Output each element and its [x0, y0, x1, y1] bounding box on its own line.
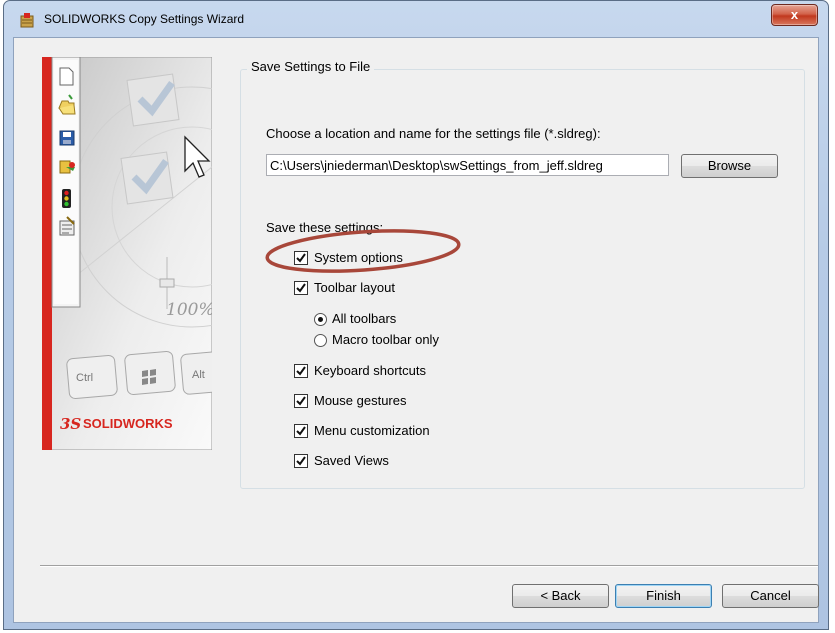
macro-toolbar-only-label: Macro toolbar only: [332, 332, 439, 347]
checkbox-box: [294, 364, 308, 378]
svg-text:Alt: Alt: [192, 369, 205, 381]
settings-file-path-input[interactable]: [266, 154, 669, 176]
footer-separator: [40, 565, 818, 567]
toolbar-layout-label: Toolbar layout: [314, 280, 395, 295]
menu-customization-label: Menu customization: [314, 423, 430, 438]
zoom-percent-text: 100%: [166, 300, 212, 320]
back-button[interactable]: < Back: [512, 584, 609, 608]
radio-circle: [314, 313, 327, 326]
solidworks-logo: 3S SOLIDWORKS: [60, 415, 173, 433]
system-options-label: System options: [314, 250, 403, 265]
checkbox-box: [294, 454, 308, 468]
check-mark-icon: [296, 426, 306, 436]
check-mark-icon: [296, 456, 306, 466]
svg-text:Ctrl: Ctrl: [76, 372, 93, 384]
saved-views-label: Saved Views: [314, 453, 389, 468]
checkbox-box: [294, 251, 308, 265]
wizard-side-art: 100% Ctrl Alt 3S SOLIDWORKS: [42, 57, 212, 450]
save-disk-icon: [59, 130, 75, 146]
svg-text:3S: 3S: [60, 415, 81, 433]
all-toolbars-label: All toolbars: [332, 311, 397, 326]
check-mark-icon: [296, 283, 306, 293]
dialog-window: SOLIDWORKS Copy Settings Wizard x 100% C…: [3, 0, 829, 630]
check-mark-icon: [296, 253, 306, 263]
check-mark-icon: [296, 396, 306, 406]
choose-location-label: Choose a location and name for the setti…: [266, 126, 601, 141]
window-title: SOLIDWORKS Copy Settings Wizard: [44, 12, 245, 26]
ctrl-key: Ctrl: [66, 354, 118, 400]
checkbox-box: [294, 424, 308, 438]
alt-key: Alt: [180, 351, 212, 395]
mouse-gestures-label: Mouse gestures: [314, 393, 407, 408]
save-these-settings-label: Save these settings:: [266, 220, 384, 235]
title-bar[interactable]: SOLIDWORKS Copy Settings Wizard x: [4, 1, 828, 37]
checkbox-box: [294, 281, 308, 295]
solidworks-app-icon: [20, 13, 34, 28]
browse-button[interactable]: Browse: [681, 154, 778, 178]
cancel-button[interactable]: Cancel: [722, 584, 819, 608]
brand-text: SOLIDWORKS: [83, 416, 173, 431]
radio-selected-dot: [318, 317, 323, 322]
traffic-light-icon: [62, 189, 71, 208]
dialog-client-area: 100% Ctrl Alt 3S SOLIDWORKS Save Setting…: [13, 37, 819, 623]
checkbox-box: [294, 394, 308, 408]
windows-key: [124, 350, 176, 396]
check-mark-icon: [296, 366, 306, 376]
new-document-icon: [59, 67, 74, 86]
keyboard-shortcuts-label: Keyboard shortcuts: [314, 363, 427, 378]
close-button[interactable]: x: [771, 4, 818, 26]
groupbox-title: Save Settings to File: [247, 59, 375, 74]
finish-button[interactable]: Finish: [615, 584, 712, 608]
radio-circle: [314, 334, 327, 347]
